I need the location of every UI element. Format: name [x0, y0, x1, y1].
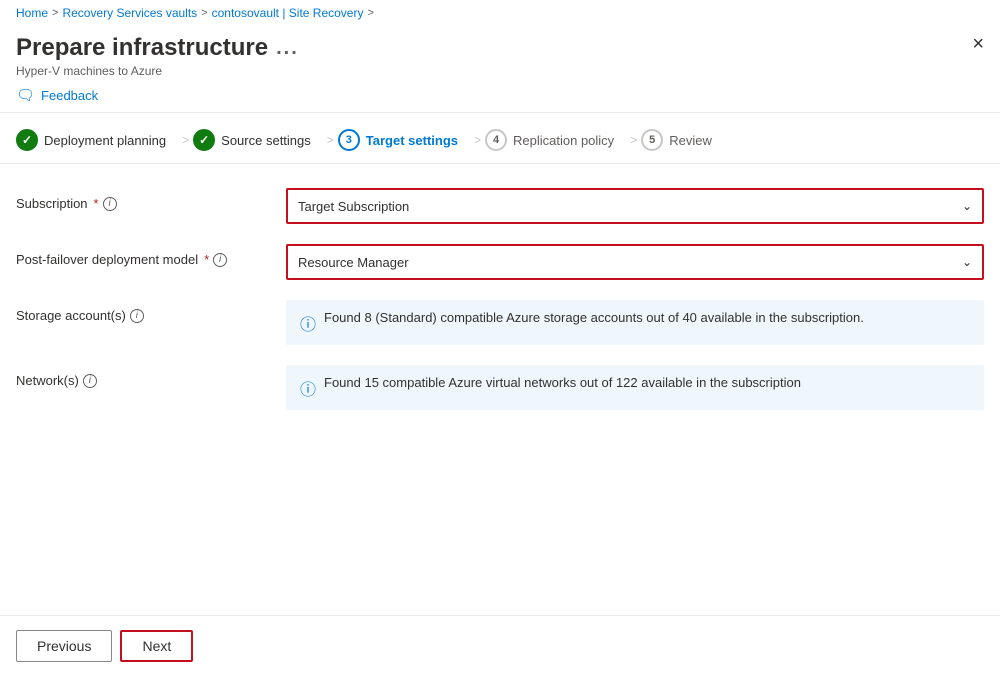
step-sep-2: >	[323, 133, 338, 147]
steps-navigation: Deployment planning > Source settings > …	[0, 113, 1000, 164]
step-sep-3: >	[470, 133, 485, 147]
subscription-value: Target Subscription	[298, 199, 409, 214]
step-5-circle: 5	[641, 129, 663, 151]
deployment-model-dropdown[interactable]: Resource Manager ⌄	[286, 244, 984, 280]
page-header: Prepare infrastructure ... Hyper-V machi…	[0, 26, 1000, 78]
step-1-circle	[16, 129, 38, 151]
networks-label: Network(s) i	[16, 365, 286, 388]
step-2-label: Source settings	[221, 133, 311, 148]
breadcrumb-recovery-vaults[interactable]: Recovery Services vaults	[62, 6, 197, 20]
storage-accounts-info-box: ⓘ Found 8 (Standard) compatible Azure st…	[286, 300, 984, 345]
step-review[interactable]: 5 Review	[641, 129, 724, 151]
step-target-settings[interactable]: 3 Target settings	[338, 129, 470, 151]
storage-accounts-row: Storage account(s) i ⓘ Found 8 (Standard…	[16, 300, 984, 345]
feedback-label: Feedback	[41, 88, 98, 103]
deployment-model-label: Post-failover deployment model * i	[16, 244, 286, 267]
breadcrumb-sep-2: >	[201, 7, 207, 19]
deployment-model-required: *	[204, 252, 209, 267]
subscription-label: Subscription * i	[16, 188, 286, 211]
feedback-bar[interactable]: 🗨 Feedback	[0, 78, 1000, 113]
step-replication-policy[interactable]: 4 Replication policy	[485, 129, 626, 151]
breadcrumb-home[interactable]: Home	[16, 6, 48, 20]
step-sep-4: >	[626, 133, 641, 147]
step-4-circle: 4	[485, 129, 507, 151]
footer: Previous Next	[0, 615, 1000, 676]
previous-button[interactable]: Previous	[16, 630, 112, 662]
breadcrumb: Home > Recovery Services vaults > contos…	[0, 0, 1000, 26]
step-3-label: Target settings	[366, 133, 458, 148]
networks-row: Network(s) i ⓘ Found 15 compatible Azure…	[16, 365, 984, 410]
storage-accounts-label: Storage account(s) i	[16, 300, 286, 323]
subscription-row: Subscription * i Target Subscription ⌄	[16, 188, 984, 224]
deployment-model-control: Resource Manager ⌄	[286, 244, 984, 280]
more-options-button[interactable]: ...	[276, 37, 299, 60]
networks-control: ⓘ Found 15 compatible Azure virtual netw…	[286, 365, 984, 410]
subscription-info-icon[interactable]: i	[103, 197, 117, 211]
next-button[interactable]: Next	[120, 630, 193, 662]
storage-accounts-info-text: Found 8 (Standard) compatible Azure stor…	[324, 310, 864, 325]
close-button[interactable]: ×	[972, 34, 984, 54]
step-1-label: Deployment planning	[44, 133, 166, 148]
step-2-circle	[193, 129, 215, 151]
deployment-model-value: Resource Manager	[298, 255, 409, 270]
step-5-label: Review	[669, 133, 712, 148]
deployment-model-info-icon[interactable]: i	[213, 253, 227, 267]
subscription-dropdown-arrow: ⌄	[962, 199, 972, 213]
networks-info-box: ⓘ Found 15 compatible Azure virtual netw…	[286, 365, 984, 410]
step-3-circle: 3	[338, 129, 360, 151]
networks-info-icon-symbol: ⓘ	[300, 376, 316, 400]
page-subtitle: Hyper-V machines to Azure	[16, 64, 984, 78]
deployment-model-dropdown-arrow: ⌄	[962, 255, 972, 269]
form-area: Subscription * i Target Subscription ⌄ P…	[0, 180, 1000, 438]
page-title: Prepare infrastructure ...	[16, 34, 984, 62]
step-4-label: Replication policy	[513, 133, 614, 148]
subscription-required: *	[94, 196, 99, 211]
subscription-dropdown[interactable]: Target Subscription ⌄	[286, 188, 984, 224]
step-sep-1: >	[178, 133, 193, 147]
page-title-text: Prepare infrastructure	[16, 34, 268, 62]
step-deployment-planning[interactable]: Deployment planning	[16, 129, 178, 151]
breadcrumb-contosovault[interactable]: contosovault | Site Recovery	[212, 6, 364, 20]
networks-info-text: Found 15 compatible Azure virtual networ…	[324, 375, 801, 390]
feedback-icon: 🗨	[16, 86, 35, 104]
breadcrumb-sep-3: >	[367, 7, 373, 19]
storage-accounts-info-icon[interactable]: i	[130, 309, 144, 323]
storage-accounts-control: ⓘ Found 8 (Standard) compatible Azure st…	[286, 300, 984, 345]
step-source-settings[interactable]: Source settings	[193, 129, 323, 151]
subscription-control: Target Subscription ⌄	[286, 188, 984, 224]
deployment-model-row: Post-failover deployment model * i Resou…	[16, 244, 984, 280]
storage-info-icon: ⓘ	[300, 311, 316, 335]
breadcrumb-sep-1: >	[52, 7, 58, 19]
networks-info-icon[interactable]: i	[83, 374, 97, 388]
